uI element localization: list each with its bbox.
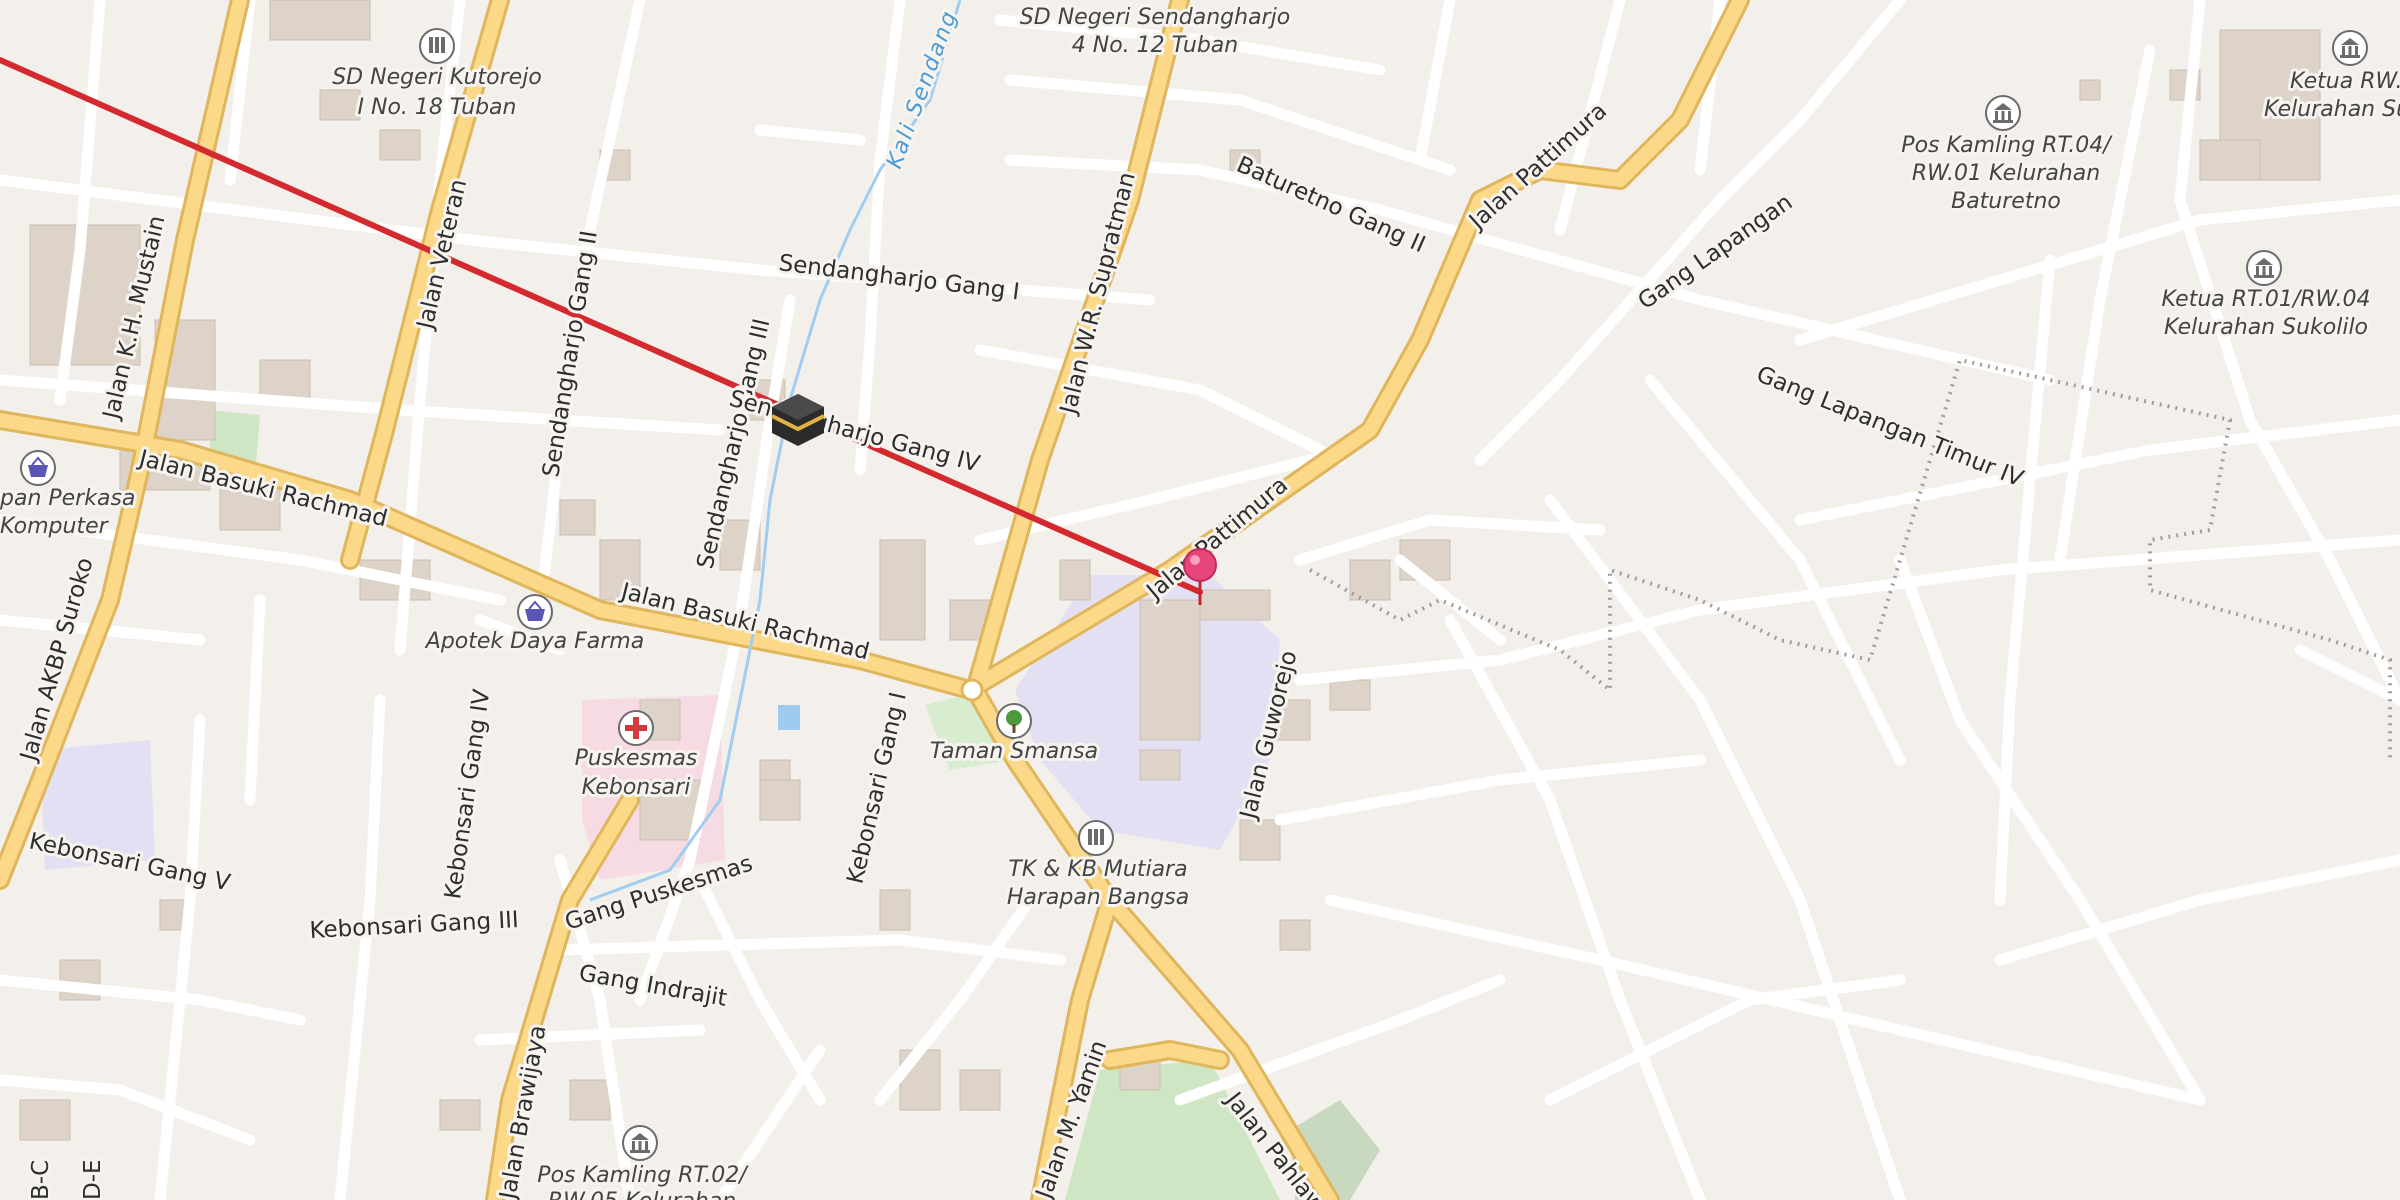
road-label-kebonsari-gang-i: Kebonsari Gang I: [843, 690, 912, 887]
road-label-gang-lapangan-timur-iv: Gang Lapangan Timur IV: [1753, 361, 2027, 492]
map-canvas[interactable]: Jalan K.H. Mustain Jalan Veteran Jalan B…: [0, 0, 2400, 1200]
poi-label-pos-kamling-line1: Pos Kamling RT.04/: [1901, 133, 2113, 158]
poi-label-ketua-rw-line1: Ketua RW.0: [2290, 69, 2400, 94]
poi-label-tk-kb-line1: TK & KB Mutiara: [1008, 857, 1187, 882]
poi-label-perkasa-line2: Komputer: [0, 514, 110, 539]
town-hall-icon[interactable]: [1985, 95, 2021, 131]
poi-label-sd-kutorejo-line2: I No. 18 Tuban: [358, 95, 517, 120]
town-hall-icon[interactable]: [2246, 250, 2282, 286]
poi-label-perkasa-line1: pan Perkasa: [0, 486, 135, 511]
pharmacy-basket-icon[interactable]: [517, 594, 553, 630]
map-view[interactable]: Jalan K.H. Mustain Jalan Veteran Jalan B…: [0, 0, 2400, 1200]
road-label-kebonsari-gang-iv: Kebonsari Gang IV: [440, 688, 495, 901]
poi-label-sd-sendangharjo-line1: SD Negeri Sendangharjo: [1020, 5, 1290, 30]
road-label-sendangharjo-gang-i: Sendangharjo Gang I: [777, 250, 1021, 305]
poi-label-tk-kb-line2: Harapan Bangsa: [1007, 885, 1189, 910]
poi-label-sd-sendangharjo-line2: 4 No. 12 Tuban: [1072, 33, 1238, 58]
health-cross-icon[interactable]: [618, 710, 654, 746]
shop-basket-icon[interactable]: [20, 450, 56, 486]
poi-label-pos-kamling-line3: Baturetno: [1951, 189, 2061, 214]
road-label-kebonsari-gang-iii: Kebonsari Gang III: [309, 907, 519, 944]
poi-label-taman: Taman Smansa: [930, 739, 1098, 764]
poi-label-pos-kamling-line2: RW.01 Kelurahan: [1912, 161, 2100, 186]
poi-label-ketua-rt-line1: Ketua RT.01/RW.04: [2162, 287, 2371, 312]
poi-label-ketua-rt-line2: Kelurahan Sukolilo: [2164, 315, 2368, 340]
poi-label-puskesmas-line2: Kebonsari: [582, 775, 691, 800]
poi-label-ketua-rw-line2: Kelurahan Suk: [2264, 97, 2400, 122]
school-icon[interactable]: [1078, 820, 1114, 856]
poi-label-sd-kutorejo-line1: SD Negeri Kutorejo: [332, 65, 542, 90]
town-hall-icon[interactable]: [2332, 30, 2368, 66]
road-label-sendangharjo-gang-ii: Sendangharjo Gang II: [538, 229, 603, 479]
school-icon[interactable]: [419, 28, 455, 64]
road-label-edge-bc: B-C: [28, 1160, 54, 1200]
tree-icon[interactable]: [996, 703, 1032, 739]
roundabout: [960, 678, 984, 702]
poi-label-pos-kamling-b-line2: RW.05 Kelurahan: [548, 1189, 736, 1200]
pond: [778, 705, 800, 730]
road-label-edge-de: D-E: [80, 1159, 106, 1200]
poi-label-puskesmas-line1: Puskesmas: [575, 746, 698, 771]
poi-label-apotek: Apotek Daya Farma: [424, 629, 644, 654]
road-label-baturetno-gang-ii: Baturetno Gang II: [1233, 152, 1430, 259]
poi-label-pos-kamling-b-line1: Pos Kamling RT.02/: [537, 1163, 749, 1188]
town-hall-icon[interactable]: [622, 1125, 658, 1161]
